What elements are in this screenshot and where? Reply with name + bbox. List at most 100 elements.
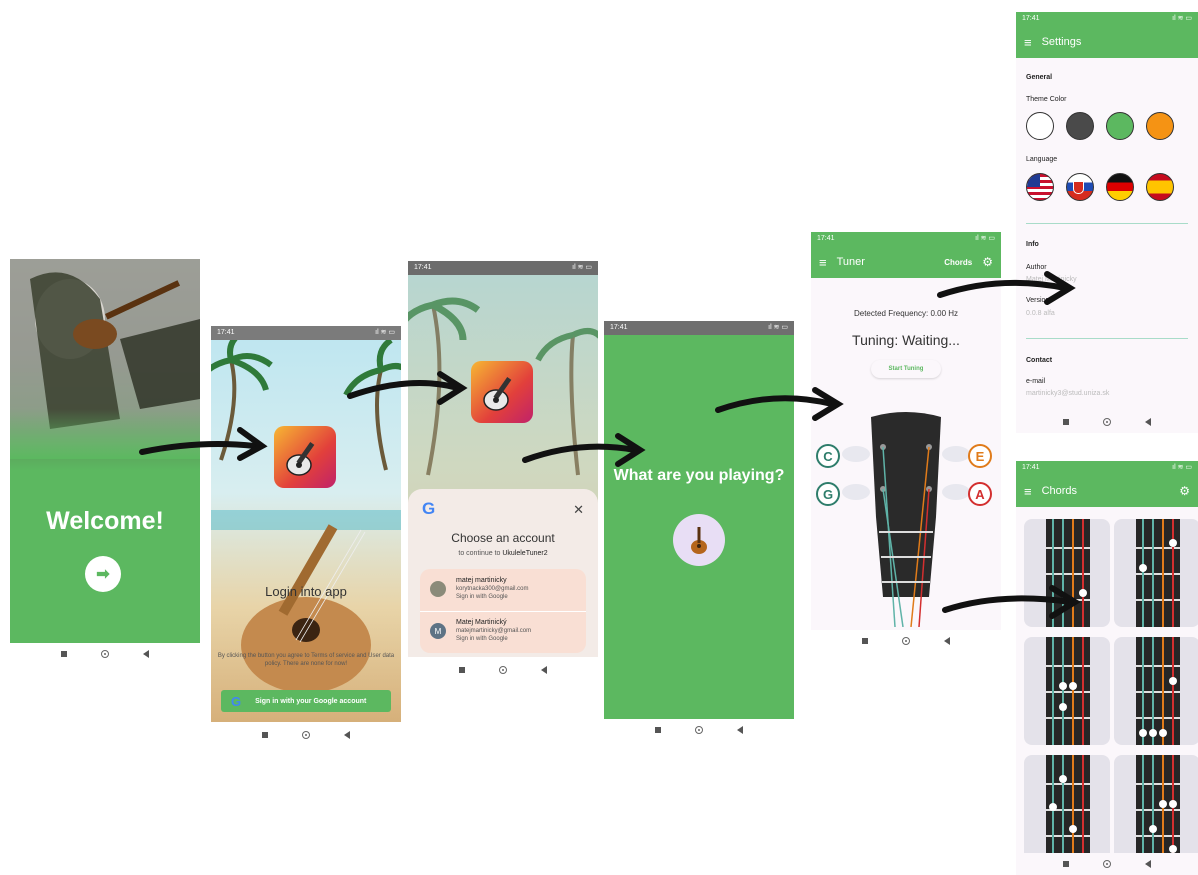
sk-flag-icon[interactable] — [1066, 173, 1094, 201]
chord-string — [1082, 755, 1084, 863]
start-tuning-button[interactable]: Start Tuning — [871, 360, 941, 378]
google-sign-in-button[interactable]: G Sign in with your Google account — [221, 690, 391, 712]
email-value: martinicky3@stud.uniza.sk — [1026, 390, 1110, 397]
status-bar: 17:41 ıl ≋ ▭ — [1016, 461, 1198, 475]
account-row[interactable]: M Matej Martinický matejmartinicky@gmail… — [420, 611, 586, 653]
recent-apps-icon[interactable] — [1063, 861, 1069, 867]
recent-apps-icon[interactable] — [655, 727, 661, 733]
chord-finger-dot — [1139, 564, 1147, 572]
chord-fretboard — [1136, 755, 1180, 863]
recent-apps-icon[interactable] — [61, 651, 67, 657]
account-row[interactable]: matej martinicky korytnacka300@gmail.com… — [420, 569, 586, 612]
back-icon[interactable] — [1145, 418, 1151, 426]
back-icon[interactable] — [944, 637, 950, 645]
signal-icons: ıl ≋ ▭ — [1172, 15, 1192, 22]
tuning-status: Tuning: Waiting... — [852, 332, 960, 348]
back-icon[interactable] — [1145, 860, 1151, 868]
back-icon[interactable] — [541, 666, 547, 674]
ukulele-select-button[interactable] — [673, 514, 725, 566]
email-label: e-mail — [1026, 378, 1046, 385]
home-icon[interactable] — [101, 650, 109, 658]
signal-icons: ıl ≋ ▭ — [975, 235, 995, 242]
nav-bar — [604, 719, 794, 741]
google-button-label: Sign in with your Google account — [255, 697, 367, 705]
account-action: Sign in with Google — [456, 594, 508, 600]
menu-icon[interactable]: ≡ — [1024, 484, 1032, 499]
status-time: 17:41 — [817, 235, 835, 242]
welcome-title: Welcome! — [46, 507, 164, 535]
home-icon[interactable] — [1103, 418, 1111, 426]
instrument-select-screen: 17:41 ıl ≋ ▭ What are you playing? — [604, 321, 794, 741]
ukulele-icon — [286, 442, 315, 476]
chord-card[interactable] — [1114, 755, 1198, 863]
recent-apps-icon[interactable] — [862, 638, 868, 644]
chord-finger-dot — [1049, 803, 1057, 811]
account-email: korytnacka300@gmail.com — [456, 586, 529, 592]
next-button[interactable]: ➡ — [85, 556, 121, 592]
back-icon[interactable] — [737, 726, 743, 734]
question-title: What are you playing? — [613, 467, 785, 484]
dialog-app-name: UkuleleTuner2 — [502, 550, 548, 557]
chords-button[interactable]: Chords — [944, 258, 972, 267]
back-icon[interactable] — [143, 650, 149, 658]
chord-string — [1052, 519, 1054, 627]
ukulele-player-image — [10, 259, 200, 459]
theme-dark-swatch[interactable] — [1066, 112, 1094, 140]
account-chooser-screen: 17:41 ıl ≋ ▭ G ✕ Choose an account to con… — [408, 261, 598, 681]
gear-icon[interactable]: ⚙ — [982, 255, 993, 269]
chord-finger-dot — [1149, 825, 1157, 833]
back-icon[interactable] — [344, 731, 350, 739]
gear-icon[interactable]: ⚙ — [1179, 484, 1190, 498]
chord-finger-dot — [1069, 682, 1077, 690]
divider — [1026, 338, 1188, 339]
chord-card[interactable] — [1024, 519, 1110, 627]
recent-apps-icon[interactable] — [1063, 419, 1069, 425]
home-icon[interactable] — [499, 666, 507, 674]
page-title: Settings — [1041, 36, 1082, 48]
chord-finger-dot — [1169, 800, 1177, 808]
ukulele-icon — [691, 527, 707, 554]
signal-icons: ▾ ıl ≋ ▭ — [168, 248, 194, 255]
chord-string — [1062, 519, 1064, 627]
theme-orange-swatch[interactable] — [1146, 112, 1174, 140]
recent-apps-icon[interactable] — [262, 732, 268, 738]
recent-apps-icon[interactable] — [459, 667, 465, 673]
menu-icon[interactable]: ≡ — [1024, 35, 1032, 50]
home-icon[interactable] — [902, 637, 910, 645]
chord-string — [1142, 519, 1144, 627]
welcome-screen: 10:21 ▾ ıl ≋ ▭ Welcome! ➡ — [10, 245, 200, 665]
chord-finger-dot — [1079, 589, 1087, 597]
chord-card[interactable] — [1024, 637, 1110, 745]
chord-string — [1052, 637, 1054, 745]
home-icon[interactable] — [695, 726, 703, 734]
peg-e-button[interactable]: E — [968, 444, 992, 468]
chord-card[interactable] — [1024, 755, 1110, 863]
chord-fretboard — [1046, 755, 1090, 863]
terms-text: By clicking the button you agree to Term… — [217, 653, 395, 667]
home-icon[interactable] — [302, 731, 310, 739]
chord-fretboard — [1136, 519, 1180, 627]
peg-a-button[interactable]: A — [968, 482, 992, 506]
home-icon[interactable] — [1103, 860, 1111, 868]
us-flag-icon[interactable] — [1026, 173, 1054, 201]
peg-g-button[interactable]: G — [816, 482, 840, 506]
theme-white-swatch[interactable] — [1026, 112, 1054, 140]
status-time: 17:41 — [1022, 464, 1040, 471]
tuner-screen: 17:41 ıl ≋ ▭ ≡ Tuner Chords ⚙ Detected Fr… — [811, 232, 1001, 652]
status-time: 17:41 — [414, 264, 432, 271]
peg-c-button[interactable]: C — [816, 444, 840, 468]
chord-string — [1062, 755, 1064, 863]
theme-green-swatch[interactable] — [1106, 112, 1134, 140]
menu-icon[interactable]: ≡ — [819, 255, 827, 270]
chord-card[interactable] — [1114, 519, 1198, 627]
version-label: Version — [1026, 297, 1050, 304]
close-icon[interactable]: ✕ — [573, 502, 584, 518]
chord-string — [1072, 755, 1074, 863]
page-title: Chords — [1041, 485, 1078, 497]
dialog-subtitle-prefix: to continue to — [458, 550, 501, 557]
es-flag-icon[interactable] — [1146, 173, 1174, 201]
page-title: Tuner — [836, 256, 865, 268]
de-flag-icon[interactable] — [1106, 173, 1134, 201]
section-info: Info — [1026, 241, 1039, 248]
chord-card[interactable] — [1114, 637, 1198, 745]
